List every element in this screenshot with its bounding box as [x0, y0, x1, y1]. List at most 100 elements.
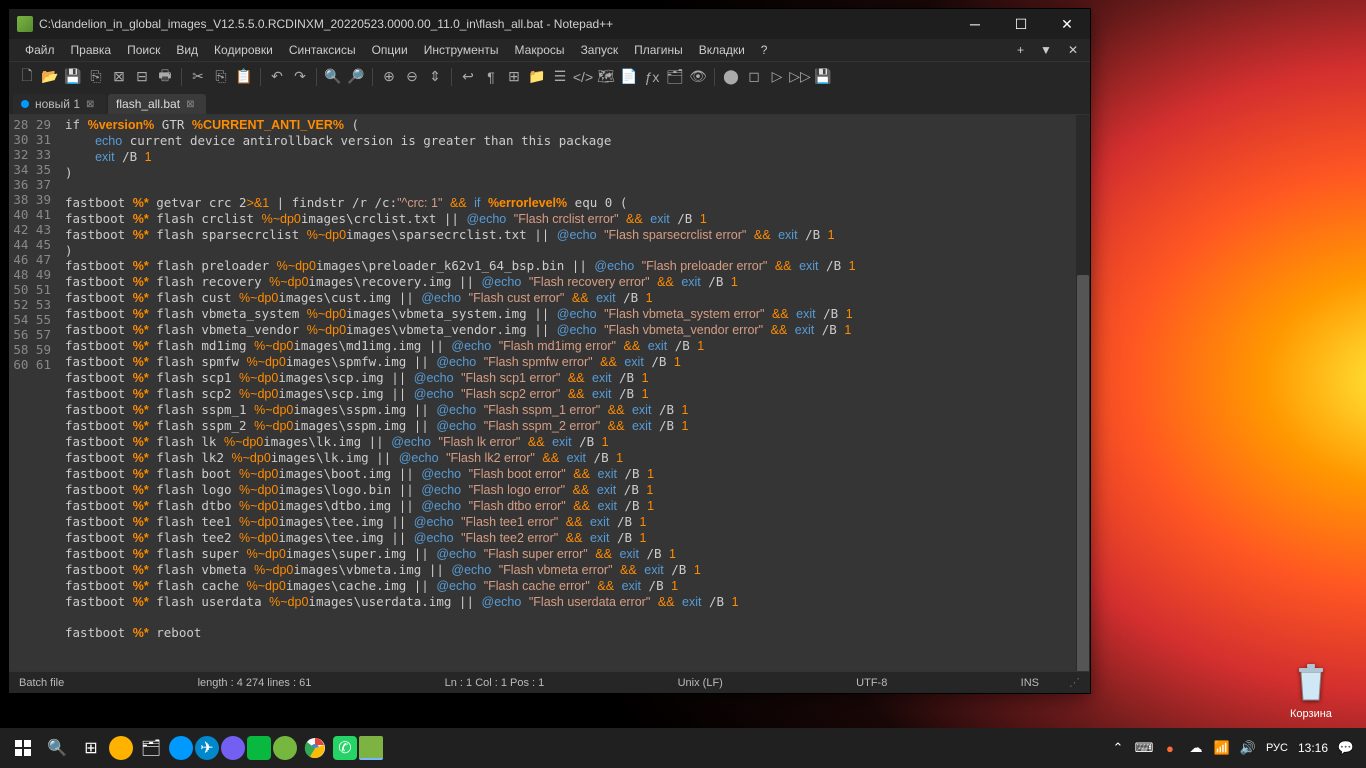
status-length: length : 4 274 lines : 61 — [198, 677, 312, 689]
status-encoding: UTF-8 — [856, 677, 887, 689]
zoom-out-icon[interactable]: ⊖ — [402, 67, 422, 87]
taskbar-whatsapp-icon[interactable]: ✆ — [333, 736, 357, 760]
vertical-scrollbar[interactable] — [1076, 115, 1090, 671]
taskbar-telegram-icon[interactable]: ✈ — [195, 736, 219, 760]
tray-app-icon[interactable]: ● — [1162, 740, 1178, 756]
taskbar-notepadpp-icon[interactable] — [359, 736, 383, 760]
taskbar-torrent-icon[interactable] — [273, 736, 297, 760]
taskbar-app-1[interactable] — [109, 736, 133, 760]
taskbar-app-3[interactable] — [169, 736, 193, 760]
maximize-button[interactable]: ☐ — [998, 9, 1044, 39]
status-filetype: Batch file — [19, 677, 64, 689]
close-button[interactable]: ✕ — [1044, 9, 1090, 39]
status-grip-icon: ⋰ — [1069, 676, 1080, 689]
code-content[interactable]: if %version% GTR %CURRENT_ANTI_VER% ( ec… — [59, 115, 1090, 671]
menu-encoding[interactable]: Кодировки — [206, 41, 281, 59]
wordwrap-icon[interactable]: ↩ — [458, 67, 478, 87]
menu-view[interactable]: Вид — [168, 41, 206, 59]
menubar: Файл Правка Поиск Вид Кодировки Синтакси… — [9, 39, 1090, 61]
tray-network-icon[interactable]: 📶 — [1214, 740, 1230, 756]
tab-flash-all[interactable]: flash_all.bat ⊠ — [108, 94, 206, 114]
save-macro-icon[interactable]: 💾 — [813, 67, 833, 87]
play-multi-icon[interactable]: ▷▷ — [790, 67, 810, 87]
menu-settings[interactable]: Опции — [364, 41, 416, 59]
taskbar-wechat-icon[interactable] — [247, 736, 271, 760]
taskbar-chrome-icon[interactable] — [299, 732, 331, 764]
tray-onedrive-icon[interactable]: ☁ — [1188, 740, 1204, 756]
cut-icon[interactable]: ✂ — [188, 67, 208, 87]
close-all-icon[interactable]: ⊟ — [132, 67, 152, 87]
tab-label: новый 1 — [35, 97, 80, 111]
tab-bar: новый 1 ⊠ flash_all.bat ⊠ — [9, 91, 1090, 115]
editor-area[interactable]: 28 29 30 31 32 33 34 35 36 37 38 39 40 4… — [9, 115, 1090, 671]
print-icon[interactable]: 🖶 — [155, 67, 175, 87]
indent-guide-icon[interactable]: ⊞ — [504, 67, 524, 87]
tray-keyboard-icon[interactable]: ⌨ — [1136, 740, 1152, 756]
save-icon[interactable]: 💾 — [63, 67, 83, 87]
paste-icon[interactable]: 📋 — [234, 67, 254, 87]
folder-tree-icon[interactable]: 🗂 — [665, 67, 685, 87]
search-icon[interactable]: 🔍 — [41, 732, 73, 764]
menu-close-icon[interactable]: ✕ — [1064, 41, 1082, 59]
play-icon[interactable]: ▷ — [767, 67, 787, 87]
file-list-icon[interactable]: 📄 — [619, 67, 639, 87]
menu-plus-icon[interactable]: + — [1013, 41, 1028, 59]
menu-macro[interactable]: Макросы — [507, 41, 573, 59]
menu-search[interactable]: Поиск — [119, 41, 168, 59]
tab-close-icon[interactable]: ⊠ — [86, 99, 96, 109]
tray-volume-icon[interactable]: 🔊 — [1240, 740, 1256, 756]
open-file-icon[interactable]: 📂 — [40, 67, 60, 87]
close-file-icon[interactable]: ⊠ — [109, 67, 129, 87]
menu-window[interactable]: Вкладки — [691, 41, 753, 59]
window-title: C:\dandelion_in_global_images_V12.5.5.0.… — [39, 17, 952, 31]
zoom-in-icon[interactable]: ⊕ — [379, 67, 399, 87]
status-eol: Unix (LF) — [678, 677, 723, 689]
sync-v-icon[interactable]: ⇕ — [425, 67, 445, 87]
windows-taskbar: 🔍 ⊞ 🗂 ✈ ✆ ⌃ ⌨ ● ☁ 📶 🔊 РУС 13:16 💬 — [0, 728, 1366, 768]
tab-close-icon[interactable]: ⊠ — [186, 99, 196, 109]
task-view-icon[interactable]: ⊞ — [75, 732, 107, 764]
titlebar[interactable]: C:\dandelion_in_global_images_V12.5.5.0.… — [9, 9, 1090, 39]
tray-clock[interactable]: 13:16 — [1298, 741, 1328, 755]
stop-icon[interactable]: ◻ — [744, 67, 764, 87]
menu-file[interactable]: Файл — [17, 41, 63, 59]
menu-chevron-down-icon[interactable]: ▼ — [1036, 41, 1056, 59]
tab-label: flash_all.bat — [116, 97, 180, 111]
line-number-gutter: 28 29 30 31 32 33 34 35 36 37 38 39 40 4… — [9, 115, 59, 671]
folder-icon[interactable]: 📁 — [527, 67, 547, 87]
tab-new1[interactable]: новый 1 ⊠ — [13, 94, 106, 114]
menu-help[interactable]: ? — [753, 41, 776, 59]
save-all-icon[interactable]: ⎘ — [86, 67, 106, 87]
desktop-icon-trash[interactable]: Корзина — [1290, 660, 1332, 720]
status-position: Ln : 1 Col : 1 Pos : 1 — [445, 677, 545, 689]
menu-plugins[interactable]: Плагины — [626, 41, 691, 59]
start-button[interactable] — [7, 732, 39, 764]
taskbar-app-2[interactable]: 🗂 — [135, 732, 167, 764]
menu-edit[interactable]: Правка — [63, 41, 120, 59]
show-all-chars-icon[interactable]: ¶ — [481, 67, 501, 87]
undo-icon[interactable]: ↶ — [267, 67, 287, 87]
trash-icon — [1293, 660, 1329, 704]
record-icon[interactable]: ⬤ — [721, 67, 741, 87]
map-icon[interactable]: 🗺 — [596, 67, 616, 87]
doc-list-icon[interactable]: ☰ — [550, 67, 570, 87]
trash-label: Корзина — [1290, 708, 1332, 720]
scroll-thumb[interactable] — [1077, 275, 1089, 671]
minimize-button[interactable]: ─ — [952, 9, 998, 39]
tray-notifications-icon[interactable]: 💬 — [1338, 740, 1354, 756]
copy-icon[interactable]: ⎘ — [211, 67, 231, 87]
find-icon[interactable]: 🔍 — [323, 67, 343, 87]
function-icon[interactable]: ƒx — [642, 67, 662, 87]
redo-icon[interactable]: ↷ — [290, 67, 310, 87]
app-icon — [17, 16, 33, 32]
tray-overflow-icon[interactable]: ⌃ — [1110, 740, 1126, 756]
taskbar-viber-icon[interactable] — [221, 736, 245, 760]
menu-tools[interactable]: Инструменты — [416, 41, 507, 59]
menu-language[interactable]: Синтаксисы — [281, 41, 364, 59]
monitor-icon[interactable]: 👁 — [688, 67, 708, 87]
code-icon[interactable]: </> — [573, 67, 593, 87]
new-file-icon[interactable]: 🗋 — [17, 67, 37, 87]
menu-run[interactable]: Запуск — [573, 41, 627, 59]
tray-language[interactable]: РУС — [1266, 742, 1288, 754]
replace-icon[interactable]: 🔎 — [346, 67, 366, 87]
